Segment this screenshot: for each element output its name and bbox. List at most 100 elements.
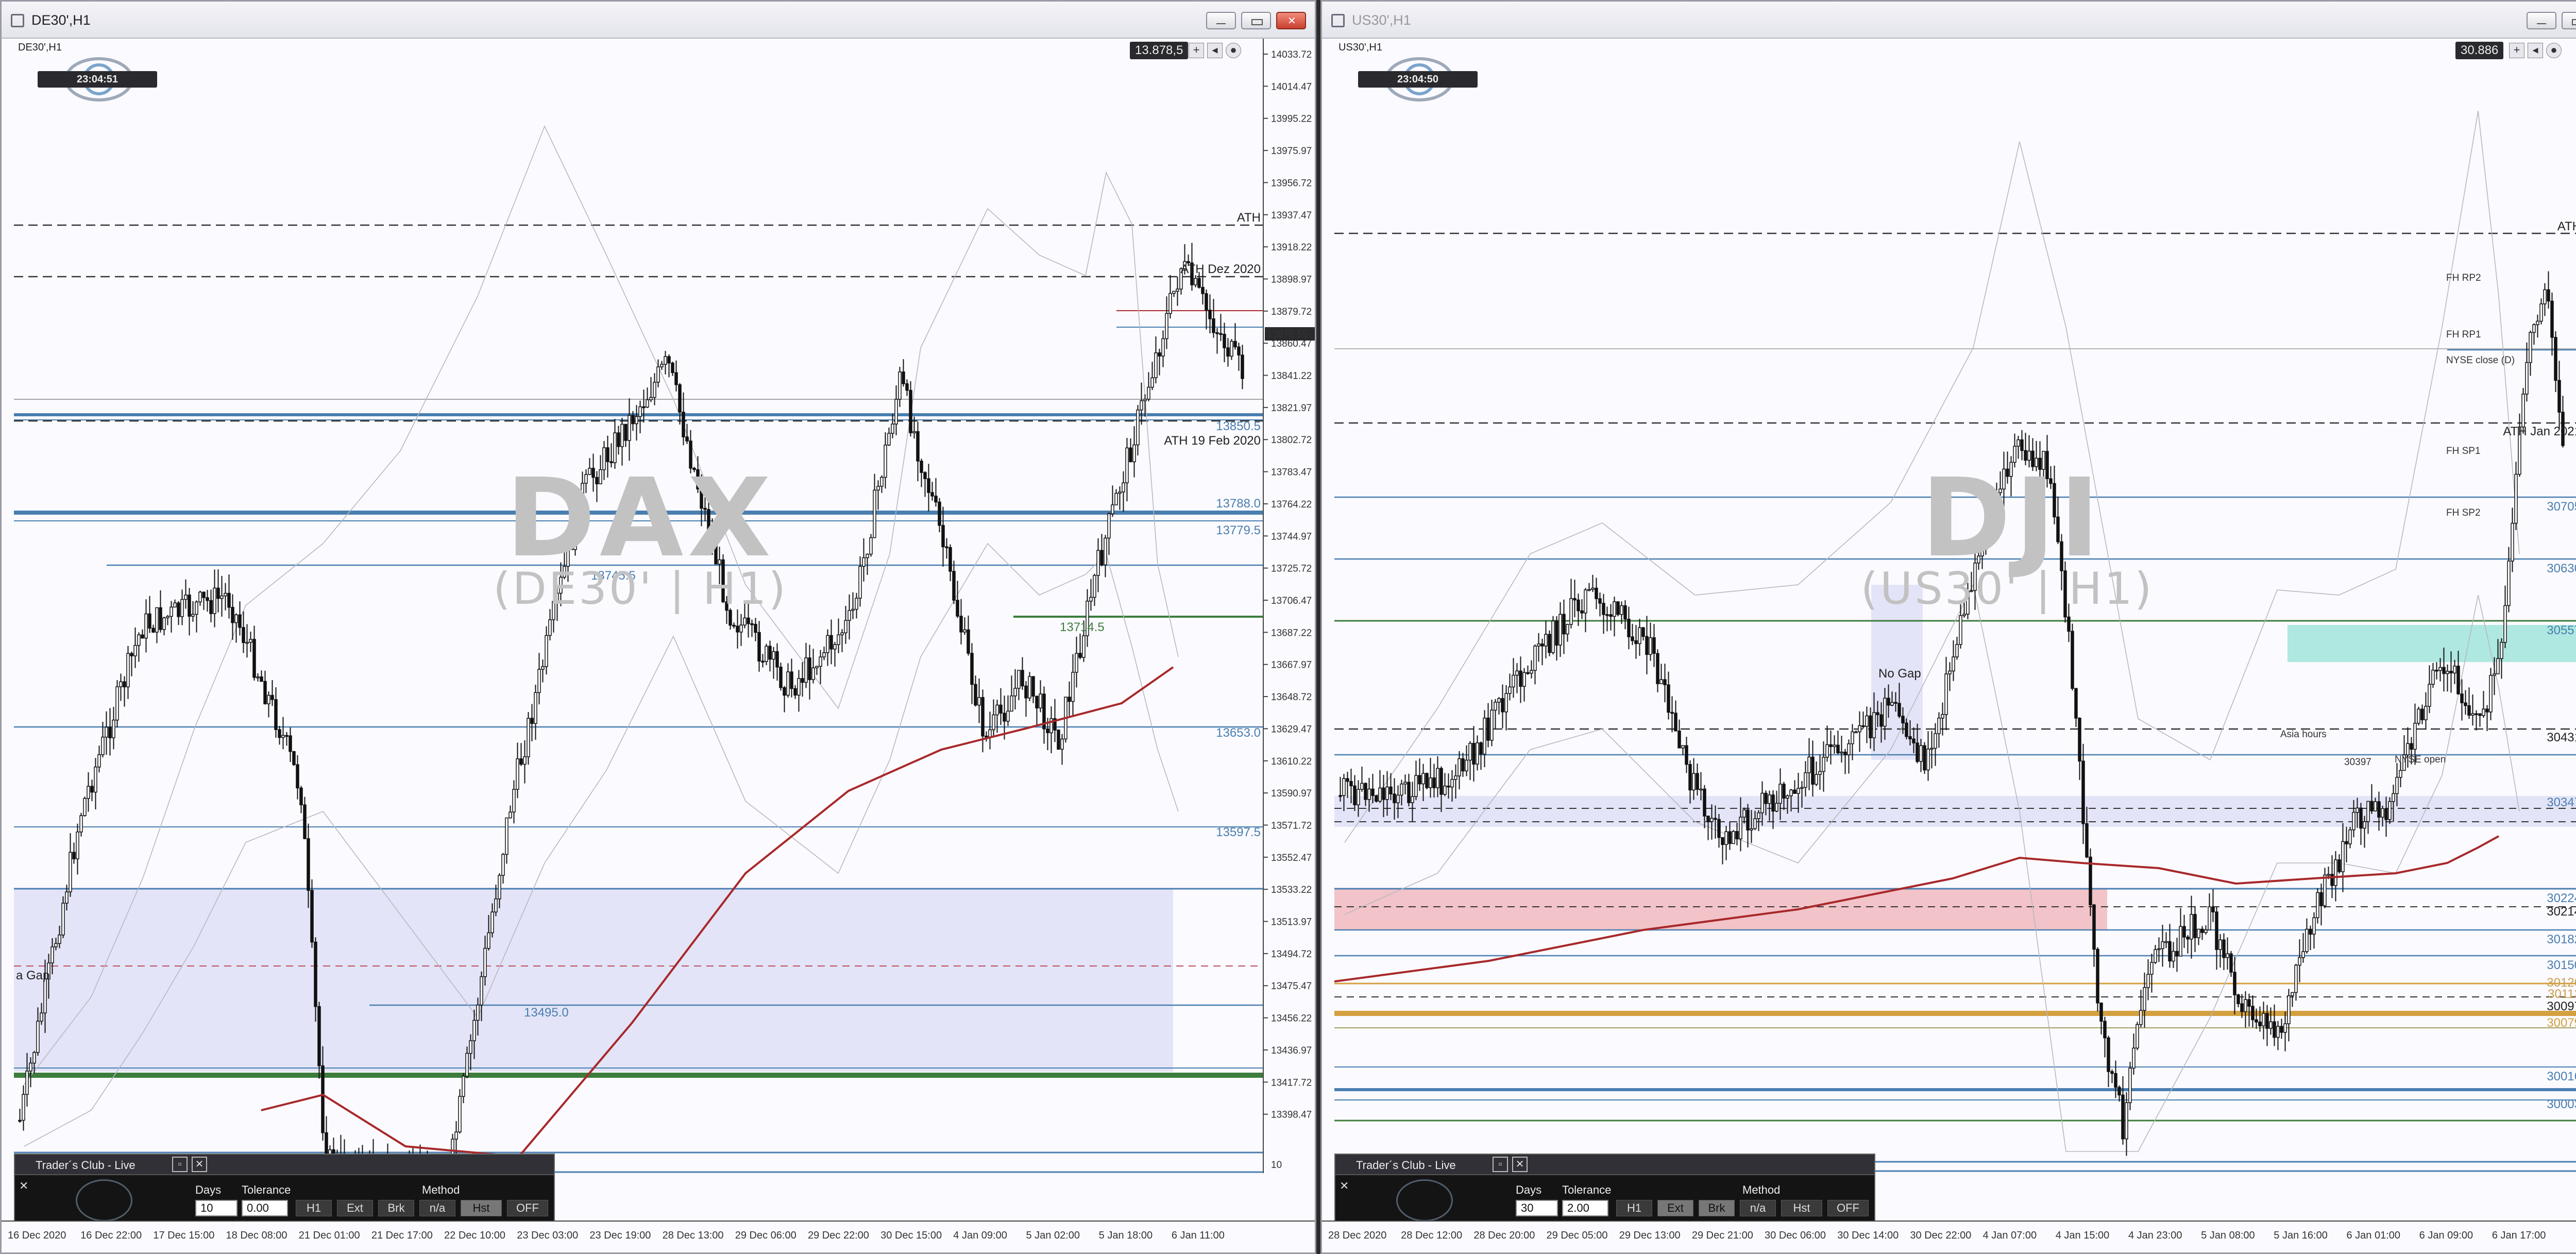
off-button[interactable]: OFF [1827,1200,1869,1216]
panel-close-icon[interactable]: ✕ [192,1157,207,1172]
time-tick-label: 17 Dec 15:00 [153,1230,215,1241]
tolerance-input[interactable]: 2.00 [1562,1200,1608,1216]
price-axis[interactable]: 14033.72 14014.47 13995.22 13975.97 13956.72… [1263,39,1316,1173]
days-input[interactable]: 30 [1516,1200,1558,1216]
close-button[interactable] [1276,12,1306,29]
window-titlebar[interactable]: DE30',H1 [2,2,1315,39]
price-tick-label: 13533.22 [1271,885,1312,895]
candle-body [826,635,829,653]
candle-body [793,688,797,696]
brk-button[interactable]: Brk [378,1200,414,1216]
candle-body [238,614,242,628]
candle-body [682,412,685,437]
candle-body [72,852,76,859]
time-axis[interactable]: 28 Dec 2020 28 Dec 12:00 28 Dec 20:00 29 De… [1322,1221,2576,1252]
candle-body [1371,788,1375,797]
chart-window-dji[interactable]: US30',H1 ATH ATH Jan 2021 30705 30630 30557 3… [1320,0,2576,1254]
candle-body [1486,717,1490,741]
na-button[interactable]: n/a [419,1200,455,1216]
panel-close-icon[interactable]: ✕ [1512,1157,1528,1172]
days-input[interactable]: 10 [195,1200,238,1216]
candle-body [498,875,501,900]
method-caption: Method [422,1183,460,1196]
hst-button[interactable]: Hst [1781,1200,1822,1216]
panel-maximize-icon[interactable]: ▫ [172,1157,188,1172]
candle-body [1476,742,1479,765]
candle-body [2366,801,2370,822]
candle-body [988,729,992,738]
candle-body [1869,715,1872,738]
candle-body [1944,673,1948,715]
level-label: 30431 [2547,731,2576,744]
ext-button[interactable]: Ext [337,1200,373,1216]
candle-body [956,600,959,617]
candle-body [1512,674,1515,688]
na-button[interactable]: n/a [1740,1200,1776,1216]
arrow-left-icon[interactable]: ◂ [1207,43,1223,58]
level-label: 30150 [2547,958,2576,972]
candle-body [2071,631,2074,689]
candle-body [2305,928,2309,952]
candle-body [1364,783,1367,800]
time-tick-label: 16 Dec 22:00 [80,1230,142,1241]
candle-body [220,595,224,599]
restore-button[interactable] [2562,12,2576,29]
candle-body [2074,688,2078,719]
tolerance-input[interactable]: 0.00 [242,1200,288,1216]
chart-window-dax[interactable]: DE30',H1 ATH ATH Dez 2020 13850.5ATH 19 Fe… [0,0,1316,1254]
traders-club-panel[interactable]: Trader´s Club - Live ▫ ✕ ✕ Days Toleranc… [1334,1154,1875,1224]
off-button[interactable]: OFF [507,1200,548,1216]
candle-body [519,758,523,765]
candle-body [1558,614,1562,646]
candle-body [2482,708,2485,716]
candle-body [462,1076,465,1097]
minimize-button[interactable] [2527,12,2556,29]
candle-body [2287,995,2291,1024]
brk-button[interactable]: Brk [1699,1200,1735,1216]
price-tick-label: 13918.22 [1271,242,1312,253]
minimize-button[interactable] [1206,12,1236,29]
hst-button[interactable]: Hst [461,1200,502,1216]
candle-body [1114,493,1118,505]
candle-body [649,397,653,400]
candle-body [112,719,115,738]
candle-body [1674,713,1677,732]
panel-maximize-icon[interactable]: ▫ [1493,1157,1508,1172]
candle-body [2172,951,2175,962]
traders-club-panel[interactable]: Trader´s Club - Live ▫ ✕ ✕ Days Toleranc… [14,1154,555,1224]
candle-body [1941,714,1944,719]
candle-body [18,1120,22,1122]
candle-body [1800,787,1804,789]
candle-body [2273,1021,2276,1038]
candle-body [1641,627,1645,637]
candle-body [1504,693,1508,713]
time-axis[interactable]: 16 Dec 2020 16 Dec 22:00 17 Dec 15:00 18 De… [2,1221,1315,1252]
candle-body [887,433,891,446]
info-icon[interactable]: ● [2546,43,2562,58]
ext-button[interactable]: Ext [1657,1200,1693,1216]
candle-body [2514,473,2518,524]
candle-body [541,666,545,670]
info-icon[interactable]: ● [1226,43,1241,58]
candle-body [512,789,516,813]
candle-body [1916,742,1919,762]
candle-body [1728,831,1732,844]
candle-body [948,547,952,572]
panel-close-icon[interactable]: ✕ [19,1179,28,1193]
candle-body [1746,809,1750,831]
add-icon[interactable]: + [2509,43,2524,58]
candle-body [855,598,858,610]
window-titlebar[interactable]: US30',H1 [1322,2,2576,39]
candle-body [516,758,519,790]
price-tick-label: 13610.22 [1271,756,1312,767]
h1-button[interactable]: H1 [296,1200,332,1216]
h1-button[interactable]: H1 [1616,1200,1652,1216]
add-icon[interactable]: + [1189,43,1204,58]
restore-button[interactable] [1241,12,1271,29]
panel-close-icon[interactable]: ✕ [1340,1179,1349,1193]
candle-body [2244,999,2247,1012]
candle-body [1631,636,1634,641]
candle-body [469,1040,472,1054]
candle-body [1544,634,1548,647]
arrow-left-icon[interactable]: ◂ [2528,43,2543,58]
